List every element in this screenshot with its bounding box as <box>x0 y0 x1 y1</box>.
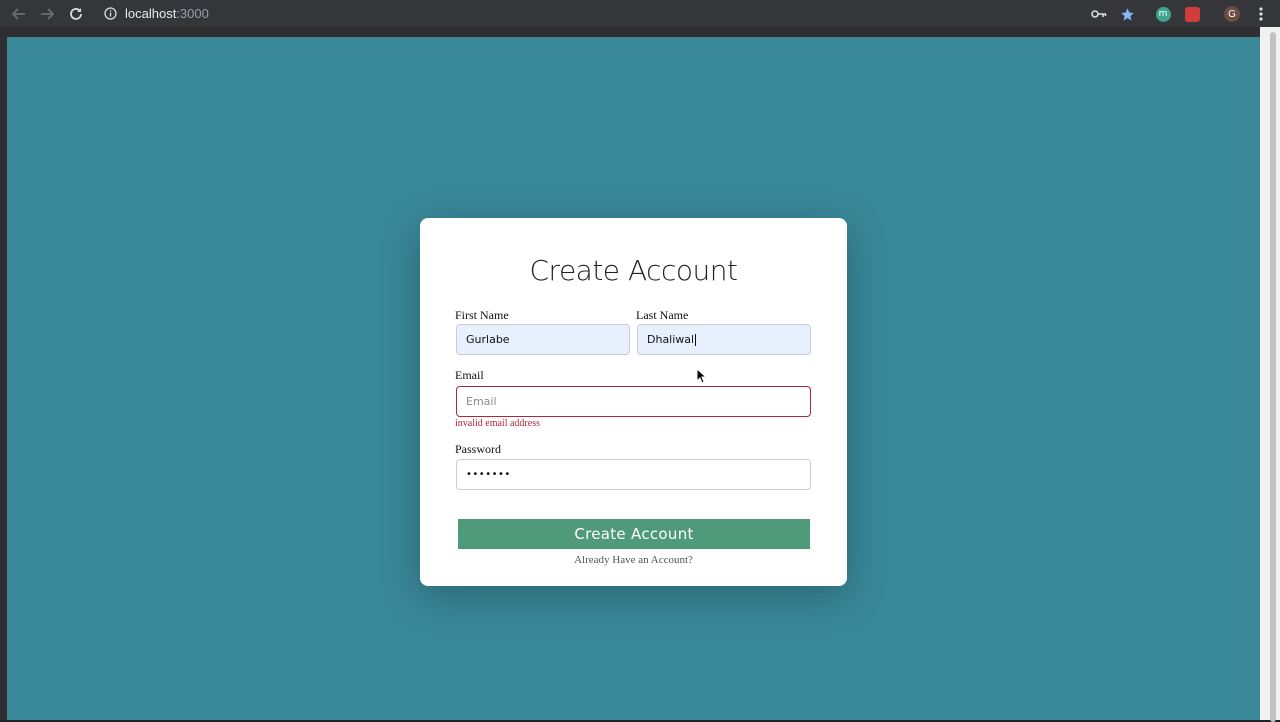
first-name-value: Gurlabe <box>466 333 510 346</box>
url-port: :3000 <box>176 5 209 21</box>
forward-arrow-icon[interactable] <box>37 4 57 24</box>
first-name-label: First Name <box>455 308 509 322</box>
create-account-card: Create Account First Name Gurlabe Last N… <box>420 218 847 586</box>
email-error-message: invalid email address <box>455 418 540 429</box>
reload-icon[interactable] <box>66 4 86 24</box>
text-caret <box>695 333 697 346</box>
email-label: Email <box>455 368 484 382</box>
url-host: localhost <box>125 5 177 21</box>
key-icon[interactable] <box>1090 5 1108 23</box>
form-title: Create Account <box>529 254 739 287</box>
mouse-cursor-icon <box>696 367 708 389</box>
scrollbar-thumb[interactable] <box>1270 32 1276 722</box>
last-name-value: Dhaliwal <box>647 333 695 346</box>
profile-avatar[interactable]: G <box>1223 5 1241 23</box>
password-label: Password <box>455 442 502 456</box>
last-name-input[interactable]: Dhaliwal <box>637 324 811 355</box>
email-placeholder: Email <box>466 395 497 408</box>
first-name-input[interactable]: Gurlabe <box>456 324 630 355</box>
last-name-label: Last Name <box>636 308 689 322</box>
menu-icon[interactable] <box>1252 5 1270 23</box>
back-arrow-icon[interactable] <box>9 4 29 24</box>
star-icon[interactable] <box>1118 5 1136 23</box>
page-top-edge <box>0 27 1260 37</box>
browser-toolbar: localhost:3000 m G <box>0 0 1280 27</box>
extension-red-icon[interactable] <box>1183 5 1201 23</box>
address-bar[interactable]: localhost:3000 <box>104 2 209 24</box>
info-icon[interactable] <box>104 6 117 20</box>
password-input[interactable]: ••••••• <box>456 459 811 490</box>
password-value: ••••••• <box>466 469 511 480</box>
extension-m-icon[interactable]: m <box>1154 5 1172 23</box>
create-account-button[interactable]: Create Account <box>458 519 810 549</box>
page-left-edge <box>0 37 7 720</box>
login-link-label: Already Have an Account? <box>574 554 693 566</box>
email-input[interactable]: Email <box>456 386 811 417</box>
login-link[interactable]: Already Have an Account? <box>420 554 847 566</box>
